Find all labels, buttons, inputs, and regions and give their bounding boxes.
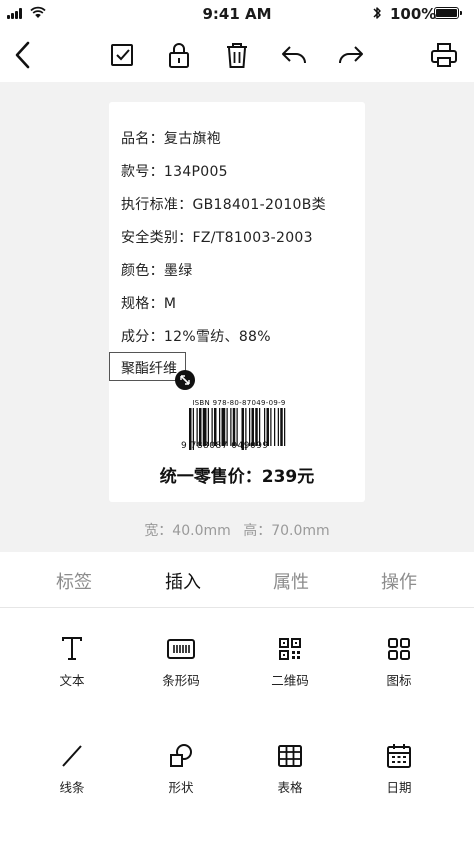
label-dimensions: 宽：40.0mm 高：70.0mm	[0, 520, 474, 540]
barcode-icon	[167, 639, 195, 659]
tab-insert[interactable]: 插入	[133, 568, 233, 594]
grid-icon	[388, 638, 410, 660]
field-standard[interactable]: 执行标准：GB18401-2010B类	[121, 194, 326, 214]
tab-properties[interactable]: 属性	[241, 568, 341, 594]
undo-button[interactable]	[279, 40, 309, 70]
trash-icon	[227, 43, 247, 68]
tool-date[interactable]: 日期	[354, 739, 444, 796]
lock-button[interactable]	[164, 40, 194, 70]
barcode-number: 9 788087 049099	[181, 441, 269, 451]
redo-button[interactable]	[336, 40, 366, 70]
tab-operations[interactable]: 操作	[349, 568, 449, 594]
delete-button[interactable]	[222, 40, 252, 70]
back-button[interactable]	[8, 40, 38, 70]
shape-icon	[170, 744, 192, 767]
resize-icon	[180, 375, 190, 385]
chevron-left-icon	[15, 41, 30, 69]
checkbox-icon	[111, 44, 133, 66]
redo-icon	[339, 46, 363, 64]
tab-label[interactable]: 标签	[24, 568, 124, 594]
field-color[interactable]: 颜色：墨绿	[121, 260, 193, 280]
label-preview[interactable]: 品名：复古旗袍 款号：134P005 执行标准：GB18401-2010B类 安…	[109, 102, 365, 502]
tool-icon[interactable]: 图标	[354, 632, 444, 689]
tool-table[interactable]: 表格	[245, 739, 335, 796]
field-name[interactable]: 品名：复古旗袍	[121, 128, 221, 148]
resize-handle[interactable]	[175, 370, 195, 390]
print-button[interactable]	[429, 40, 459, 70]
isbn-text: ISBN 978-80-87049-09-9	[192, 399, 286, 407]
tool-qrcode[interactable]: 二维码	[245, 632, 335, 689]
battery-icon	[434, 7, 462, 19]
top-toolbar	[0, 28, 474, 82]
barcode-element[interactable]: ISBN 978-80-87049-09-9 9 788087 049099	[179, 399, 299, 454]
label-width: 宽：40.0mm	[144, 523, 231, 539]
tool-table-label: 表格	[277, 780, 303, 795]
tool-icon-label: 图标	[386, 673, 412, 688]
retail-price[interactable]: 统一零售价：239元	[109, 462, 365, 487]
tool-shape-label: 形状	[168, 780, 194, 795]
tool-barcode-label: 条形码	[162, 673, 200, 688]
tool-qrcode-label: 二维码	[271, 673, 309, 688]
field-safety-category[interactable]: 安全类别：FZ/T81003-2003	[121, 227, 313, 247]
field-composition[interactable]: 成分：12%雪纺、88%	[121, 326, 271, 346]
lock-icon	[169, 43, 189, 68]
tool-barcode[interactable]: 条形码	[136, 632, 226, 689]
label-height: 高：70.0mm	[243, 523, 330, 539]
status-bar: 9:41 AM 100%	[0, 0, 474, 28]
tool-line[interactable]: 线条	[27, 739, 117, 796]
field-size[interactable]: 规格：M	[121, 293, 176, 313]
select-button[interactable]	[107, 40, 137, 70]
field-style-number[interactable]: 款号：134P005	[121, 161, 228, 181]
table-icon	[278, 745, 302, 767]
tool-text-label: 文本	[59, 673, 85, 688]
calendar-icon	[387, 744, 411, 768]
tool-text[interactable]: 文本	[27, 632, 117, 689]
tool-shape[interactable]: 形状	[136, 739, 226, 796]
tool-line-label: 线条	[59, 780, 85, 795]
qrcode-icon	[279, 638, 301, 660]
undo-icon	[282, 46, 306, 64]
tool-date-label: 日期	[386, 780, 412, 795]
tab-bar: 标签 插入 属性 操作	[0, 552, 474, 608]
insert-tool-grid: 文本 条形码 二维码 图标 线条 形状 表格 日期	[0, 608, 474, 842]
text-icon	[62, 637, 82, 660]
printer-icon	[431, 43, 457, 67]
line-icon	[62, 745, 82, 767]
battery-percentage: 100%	[390, 5, 437, 23]
canvas-area: 品名：复古旗袍 款号：134P005 执行标准：GB18401-2010B类 安…	[0, 82, 474, 552]
bluetooth-icon	[373, 7, 381, 19]
